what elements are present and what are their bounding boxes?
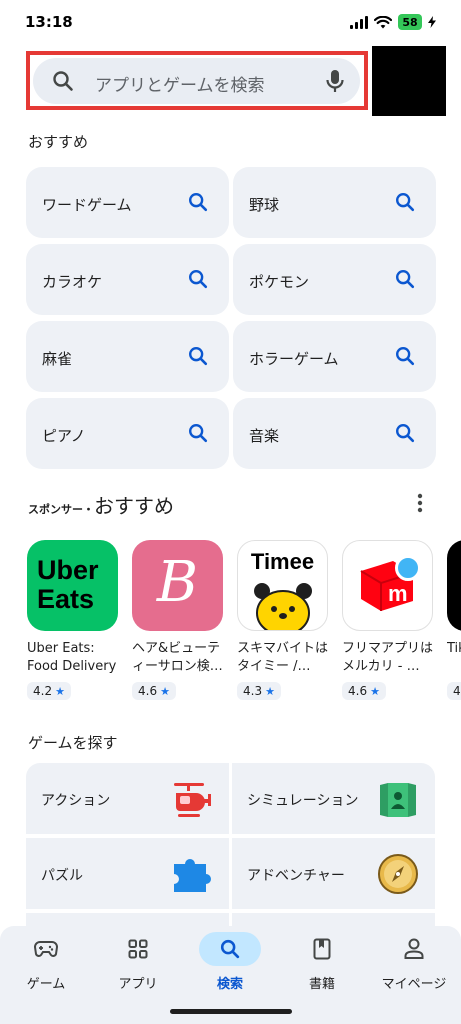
- apps-grid-icon: [107, 932, 169, 966]
- star-icon: ★: [370, 684, 380, 698]
- tile-label: パズル: [41, 868, 83, 884]
- recommend-chip[interactable]: カラオケ: [26, 244, 229, 315]
- tile-label: アドベンチャー: [247, 868, 345, 884]
- app-card[interactable]: Timee スキマバイトはタイミー /… 4.3 ★: [237, 540, 333, 700]
- app-name: スキマバイトはタイミー /…: [237, 641, 329, 674]
- more-vert-icon[interactable]: [417, 493, 423, 517]
- timee-logo: Timee: [237, 540, 328, 631]
- mercari-logo: m: [342, 540, 433, 631]
- chip-label: カラオケ: [42, 273, 103, 291]
- app-card[interactable]: Tik イ 4★: [447, 540, 461, 700]
- nav-label: 書籍: [308, 977, 335, 992]
- battery-indicator: 58: [398, 14, 422, 30]
- account-avatar[interactable]: [372, 46, 446, 116]
- simulation-icon: [380, 783, 416, 817]
- recommend-chip[interactable]: 野球: [233, 167, 436, 238]
- games-title: ゲームを探す: [28, 734, 118, 752]
- status-icons: 58: [350, 14, 436, 30]
- search-icon: [51, 69, 75, 97]
- chip-label: ホラーゲーム: [249, 350, 339, 368]
- search-icon: [187, 345, 209, 371]
- chip-label: 麻雀: [42, 350, 73, 368]
- app-card[interactable]: B ヘア&ビューティーサロン検… 4.6 ★: [132, 540, 228, 700]
- game-category-tile[interactable]: アドベンチャー: [232, 838, 435, 909]
- nav-label: アプリ: [118, 977, 158, 992]
- chip-label: ピアノ: [42, 427, 86, 445]
- recommend-title: おすすめ: [28, 133, 89, 151]
- recommend-chip[interactable]: ワードゲーム: [26, 167, 229, 238]
- app-name: Uber Eats: Food Delivery: [27, 641, 117, 674]
- nav-item-books[interactable]: 書籍: [276, 926, 368, 1006]
- sponsored-label: スポンサー・: [28, 503, 94, 516]
- tile-label: シミュレーション: [247, 793, 359, 809]
- app-card[interactable]: m フリマアプリはメルカリ - … 4.6 ★: [342, 540, 438, 700]
- app-rating: 4.2 ★: [27, 682, 71, 700]
- compass-icon: [378, 854, 418, 894]
- sponsored-title: おすすめ: [94, 494, 174, 518]
- search-icon: [394, 345, 416, 371]
- nav-label: ゲーム: [26, 977, 66, 992]
- search-icon: [394, 191, 416, 217]
- nav-item-search[interactable]: 検索: [184, 926, 276, 1006]
- app-rating: 4.6 ★: [342, 682, 386, 700]
- status-time: 13:18: [25, 13, 73, 31]
- charging-bolt-icon: [428, 16, 436, 28]
- app-name: フリマアプリはメルカリ - …: [342, 641, 434, 674]
- app-rating: 4.3 ★: [237, 682, 281, 700]
- cellular-signal-icon: [350, 15, 368, 29]
- status-bar: 13:18 58: [0, 0, 461, 46]
- search-icon: [187, 268, 209, 294]
- uber-eats-logo: Uber Eats: [27, 540, 118, 631]
- search-icon: [394, 268, 416, 294]
- recommend-chip[interactable]: ホラーゲーム: [233, 321, 436, 392]
- tiktok-logo: [447, 540, 461, 631]
- tile-label: アクション: [41, 793, 111, 809]
- recommend-chip[interactable]: ピアノ: [26, 398, 229, 469]
- chip-label: ポケモン: [249, 273, 310, 291]
- puzzle-icon: [174, 859, 211, 892]
- game-category-tile[interactable]: アクション: [26, 763, 229, 834]
- book-icon: [291, 932, 353, 966]
- nav-item-apps[interactable]: アプリ: [92, 926, 184, 1006]
- app-rating: 4.6 ★: [132, 682, 176, 700]
- gamepad-icon: [15, 932, 77, 966]
- chip-label: ワードゲーム: [42, 196, 132, 214]
- star-icon: ★: [160, 684, 170, 698]
- app-name: Tik イ: [447, 641, 461, 656]
- search-icon: [199, 932, 261, 966]
- wifi-icon: [374, 15, 392, 28]
- recommend-chip[interactable]: ポケモン: [233, 244, 436, 315]
- app-name: ヘア&ビューティーサロン検…: [132, 641, 223, 674]
- nav-item-mypage[interactable]: マイページ: [368, 926, 460, 1006]
- star-icon: ★: [265, 684, 275, 698]
- search-icon: [187, 191, 209, 217]
- sponsored-header: スポンサー・ おすすめ: [28, 490, 174, 519]
- search-icon: [394, 422, 416, 448]
- svg-text:m: m: [388, 581, 408, 606]
- search-icon: [187, 422, 209, 448]
- game-category-tile[interactable]: シミュレーション: [232, 763, 435, 834]
- app-rating: 4★: [447, 682, 461, 700]
- search-input[interactable]: アプリとゲームを検索: [95, 71, 265, 96]
- sponsored-apps-row: Uber Eats Uber Eats: Food Delivery 4.2 ★ …: [0, 540, 461, 710]
- nav-label: 検索: [216, 977, 243, 992]
- home-indicator[interactable]: [170, 1009, 292, 1014]
- star-icon: ★: [55, 684, 65, 698]
- chip-label: 野球: [249, 196, 280, 214]
- search-bar[interactable]: アプリとゲームを検索: [33, 58, 360, 104]
- nav-item-games[interactable]: ゲーム: [0, 926, 92, 1006]
- person-icon: [383, 932, 445, 966]
- recommend-chip[interactable]: 音楽: [233, 398, 436, 469]
- chip-label: 音楽: [249, 427, 280, 445]
- app-card[interactable]: Uber Eats Uber Eats: Food Delivery 4.2 ★: [27, 540, 123, 700]
- recommend-chip[interactable]: 麻雀: [26, 321, 229, 392]
- nav-label: マイページ: [381, 977, 447, 992]
- game-category-tile[interactable]: パズル: [26, 838, 229, 909]
- microphone-icon[interactable]: [324, 68, 346, 98]
- beauty-salon-logo: B: [132, 540, 223, 631]
- helicopter-icon: [174, 783, 211, 817]
